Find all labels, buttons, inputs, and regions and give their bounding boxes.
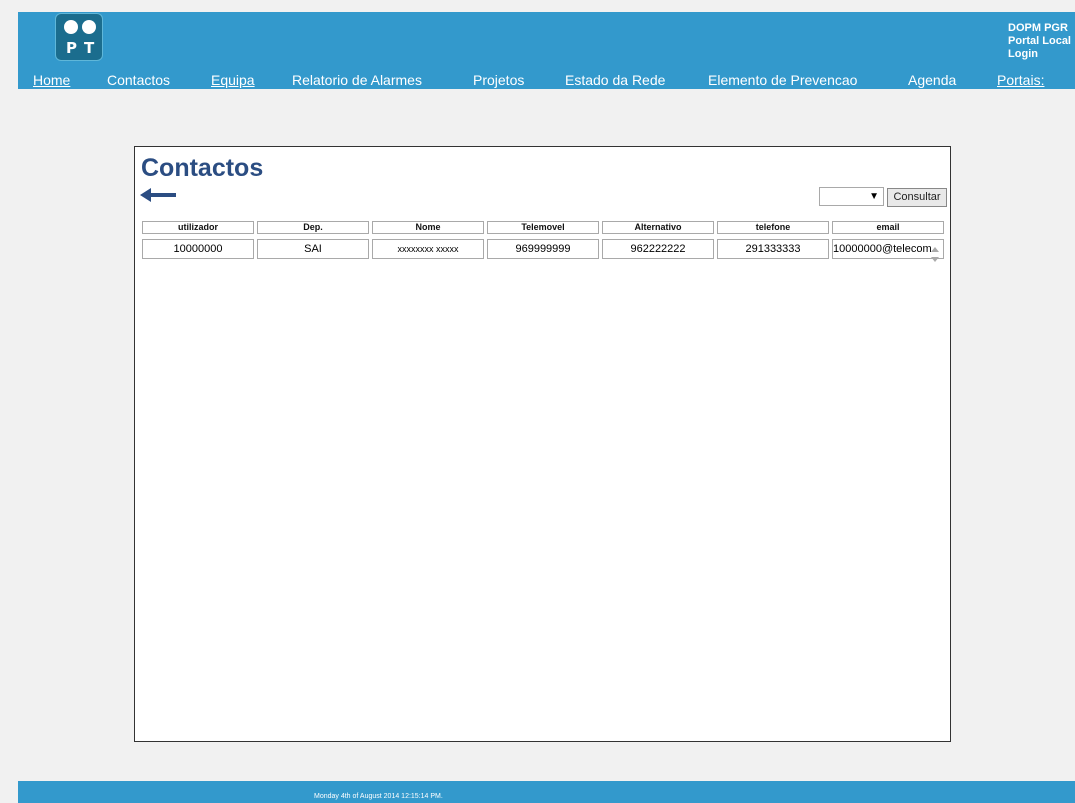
cell-nome: xxxxxxxx xxxxx xyxy=(372,239,484,259)
brand-block: DOPM PGR Portal Local Login xyxy=(1008,22,1071,61)
contactos-panel: Contactos ▼ Consultar utilizador Dep. No… xyxy=(134,146,951,742)
nav-elemento-prevencao[interactable]: Elemento de Prevencao xyxy=(708,72,857,89)
nav-relatorio-alarmes[interactable]: Relatorio de Alarmes xyxy=(292,72,422,89)
column-header: telefone xyxy=(717,221,829,234)
spinner-down-icon[interactable] xyxy=(931,257,939,262)
cell-dep: SAI xyxy=(257,239,369,259)
logo-letter-p: P xyxy=(66,39,77,57)
cell-telefone: 291333333 xyxy=(717,239,829,259)
column-header: Alternativo xyxy=(602,221,714,234)
page-title: Contactos xyxy=(141,154,264,182)
cell-utilizador: 10000000 xyxy=(142,239,254,259)
cell-email: 10000000@telecom xyxy=(832,239,944,259)
header-bar: P T DOPM PGR Portal Local Login Home Con… xyxy=(18,12,1075,89)
nav-contactos[interactable]: Contactos xyxy=(107,72,170,89)
footer-date: Monday 4th of August 2014 12:15:14 PM. xyxy=(314,793,443,800)
nav-projetos[interactable]: Projetos xyxy=(473,72,524,89)
column-header: email xyxy=(832,221,944,234)
back-arrow-icon[interactable] xyxy=(140,188,176,202)
table-header-row: utilizador Dep. Nome Telemovel Alternati… xyxy=(142,221,944,234)
pt-logo[interactable]: P T xyxy=(55,13,103,61)
table-row: 10000000 SAI xxxxxxxx xxxxx 969999999 96… xyxy=(142,239,944,259)
nav-home[interactable]: Home xyxy=(33,72,70,89)
logo-letter-t: T xyxy=(84,39,95,57)
column-header: Telemovel xyxy=(487,221,599,234)
main-nav: Home Contactos Equipa Relatorio de Alarm… xyxy=(18,72,1075,89)
brand-line1: DOPM PGR xyxy=(1008,22,1068,34)
spinner-up-icon[interactable] xyxy=(931,247,939,252)
nav-agenda[interactable]: Agenda xyxy=(908,72,956,89)
nav-estado-rede[interactable]: Estado da Rede xyxy=(565,72,665,89)
nav-portais[interactable]: Portais: xyxy=(997,72,1044,89)
logo-dot xyxy=(82,20,96,34)
filter-select[interactable]: ▼ xyxy=(819,187,884,206)
scroll-spinner[interactable] xyxy=(929,244,941,266)
contacts-table: utilizador Dep. Nome Telemovel Alternati… xyxy=(139,221,947,259)
chevron-down-icon: ▼ xyxy=(869,191,879,202)
column-header: Dep. xyxy=(257,221,369,234)
logo-dot xyxy=(64,20,78,34)
nav-equipa[interactable]: Equipa xyxy=(211,72,255,89)
cell-telemovel: 969999999 xyxy=(487,239,599,259)
cell-alternativo: 962222222 xyxy=(602,239,714,259)
footer-bar: Monday 4th of August 2014 12:15:14 PM. xyxy=(18,781,1075,803)
consultar-button[interactable]: Consultar xyxy=(887,188,947,207)
login-link[interactable]: Login xyxy=(1008,48,1071,61)
column-header: Nome xyxy=(372,221,484,234)
brand-line2: Portal Local xyxy=(1008,35,1071,47)
column-header: utilizador xyxy=(142,221,254,234)
